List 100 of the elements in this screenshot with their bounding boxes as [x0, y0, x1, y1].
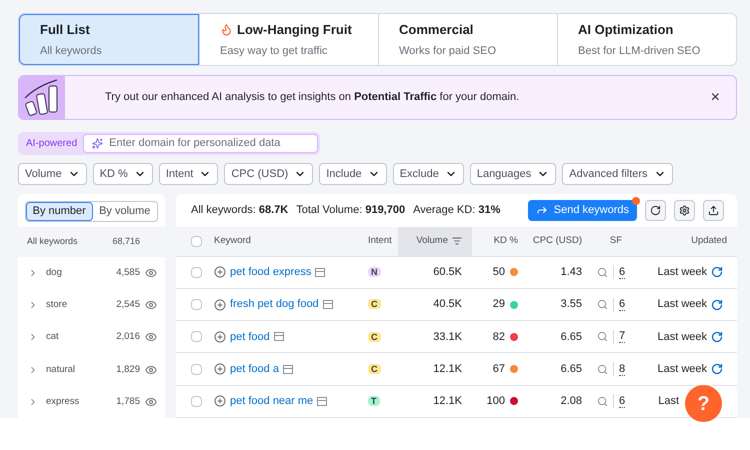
refresh-icon[interactable]: [711, 298, 723, 311]
refresh-icon[interactable]: [711, 266, 723, 278]
sf-count[interactable]: 6: [619, 266, 626, 279]
row-checkbox[interactable]: [191, 331, 202, 342]
eye-icon[interactable]: [145, 266, 157, 279]
updated-cell-text: Last week: [657, 362, 707, 377]
summary-stat: Total Volume: 919,700: [296, 203, 406, 218]
intent-badge: C: [368, 332, 380, 342]
refresh-button[interactable]: [645, 200, 666, 221]
tab-subtitle: Easy way to get traffic: [220, 44, 328, 59]
summary-stat: Average KD: 31%: [413, 203, 500, 218]
eye-icon[interactable]: [145, 364, 157, 376]
group-row[interactable]: cat 2,016: [18, 321, 165, 354]
serp-icon[interactable]: [322, 300, 333, 310]
tab[interactable]: Low-Hanging Fruit Easy way to get traffic: [199, 14, 378, 65]
row-checkbox[interactable]: [191, 299, 202, 310]
filter-dropdown[interactable]: KD %: [92, 163, 153, 185]
group-count: 1,829: [116, 362, 140, 377]
keyword-link[interactable]: pet food express: [230, 264, 312, 281]
tab-subtitle: All keywords: [40, 44, 103, 59]
keyword-link[interactable]: pet food near me: [230, 393, 314, 410]
volume-cell-text: 60.5K: [432, 265, 463, 280]
add-icon[interactable]: [214, 330, 226, 343]
keyword-link[interactable]: fresh pet dog food: [230, 296, 319, 313]
eye-icon[interactable]: [145, 396, 157, 408]
send-keywords-button[interactable]: Send keywords: [528, 200, 637, 221]
sf-count[interactable]: 6: [619, 394, 626, 408]
group-label: dog: [46, 266, 62, 280]
tab[interactable]: AI Optimization Best for LLM-driven SEO: [557, 14, 736, 65]
refresh-icon[interactable]: [711, 330, 723, 343]
sf-count[interactable]: 7: [619, 330, 626, 344]
serp-features-icon[interactable]: [597, 299, 608, 310]
add-icon[interactable]: [214, 363, 226, 376]
serp-icon[interactable]: [315, 268, 326, 277]
updated-cell-text: Last week: [657, 330, 707, 345]
group-label: cat: [46, 330, 59, 344]
eye-icon[interactable]: [145, 331, 157, 344]
filter-dropdown[interactable]: CPC (USD): [224, 163, 314, 185]
column-header[interactable]: Volume: [398, 226, 472, 256]
serp-features-icon[interactable]: [597, 266, 608, 278]
settings-icon: [679, 204, 690, 216]
filter-dropdown[interactable]: Include: [319, 163, 387, 185]
filter-dropdown[interactable]: Intent: [158, 163, 218, 185]
filter-dropdown[interactable]: Exclude: [392, 163, 464, 185]
sf-count[interactable]: 8: [619, 362, 626, 376]
row-checkbox[interactable]: [191, 396, 202, 407]
intent-badge: C: [368, 299, 380, 310]
settings-button[interactable]: [674, 200, 695, 221]
serp-icon[interactable]: [282, 364, 293, 374]
add-icon[interactable]: [214, 266, 226, 278]
refresh-icon[interactable]: [711, 363, 723, 376]
serp-icon[interactable]: [317, 396, 328, 406]
column-header[interactable]: Updated: [640, 226, 737, 256]
add-icon[interactable]: [214, 298, 226, 311]
tab-title: Commercial: [399, 20, 474, 38]
share-arrow-icon: [536, 204, 548, 216]
add-icon[interactable]: [214, 395, 226, 408]
select-all-checkbox[interactable]: [191, 236, 202, 247]
column-header[interactable]: CPC (USD): [528, 226, 592, 256]
filter-dropdown[interactable]: Volume: [18, 163, 87, 185]
toggle-option[interactable]: By volume: [92, 202, 157, 221]
sort-icon: [452, 236, 462, 246]
sf-count[interactable]: 6: [619, 298, 626, 312]
intent-badge: N: [368, 267, 380, 278]
export-button[interactable]: [703, 200, 724, 221]
filter-dropdown[interactable]: Advanced filters: [562, 163, 673, 185]
column-header[interactable]: Keyword: [208, 226, 362, 256]
keyword-link[interactable]: pet food a: [230, 360, 279, 378]
tab[interactable]: Commercial Works for paid SEO: [378, 14, 557, 65]
serp-features-icon[interactable]: [597, 364, 608, 375]
updated-cell-text: Last week: [657, 265, 707, 280]
serp-features-icon[interactable]: [597, 331, 608, 342]
group-count: 4,585: [116, 266, 140, 280]
tab[interactable]: Full List All keywords: [19, 14, 199, 65]
filter-dropdown[interactable]: Languages: [470, 163, 556, 185]
domain-field[interactable]: Enter domain for personalized data: [83, 134, 318, 153]
banner-text: Try out our enhanced AI analysis to get insights on Potential Traffic for your domain.: [105, 90, 520, 106]
group-label: All keywords: [27, 235, 78, 248]
serp-features-icon[interactable]: [597, 396, 608, 407]
eye-icon[interactable]: [145, 299, 157, 312]
ai-powered-label: AI-powered: [25, 137, 78, 151]
intent-badge: C: [368, 364, 380, 374]
row-checkbox[interactable]: [191, 266, 202, 278]
column-header[interactable]: SF: [592, 226, 640, 256]
row-checkbox[interactable]: [191, 364, 202, 375]
tab-title: AI Optimization: [578, 20, 674, 39]
group-row[interactable]: natural 1,829: [18, 354, 165, 386]
tab-subtitle: Works for paid SEO: [399, 44, 497, 59]
close-button[interactable]: ×: [710, 90, 720, 106]
kd-cell-text: 100: [486, 394, 505, 410]
column-header[interactable]: Intent: [362, 226, 398, 256]
serp-icon[interactable]: [274, 332, 284, 342]
group-row[interactable]: store 2,545: [18, 289, 165, 322]
toggle-option[interactable]: By number: [26, 202, 92, 221]
keyword-link[interactable]: pet food: [230, 328, 270, 346]
column-header[interactable]: KD %: [472, 226, 528, 256]
flame-icon: [220, 22, 233, 36]
group-row[interactable]: express 1,785: [18, 386, 165, 418]
group-row[interactable]: dog 4,585: [18, 256, 165, 290]
kd-cell-text: 50: [492, 265, 505, 280]
